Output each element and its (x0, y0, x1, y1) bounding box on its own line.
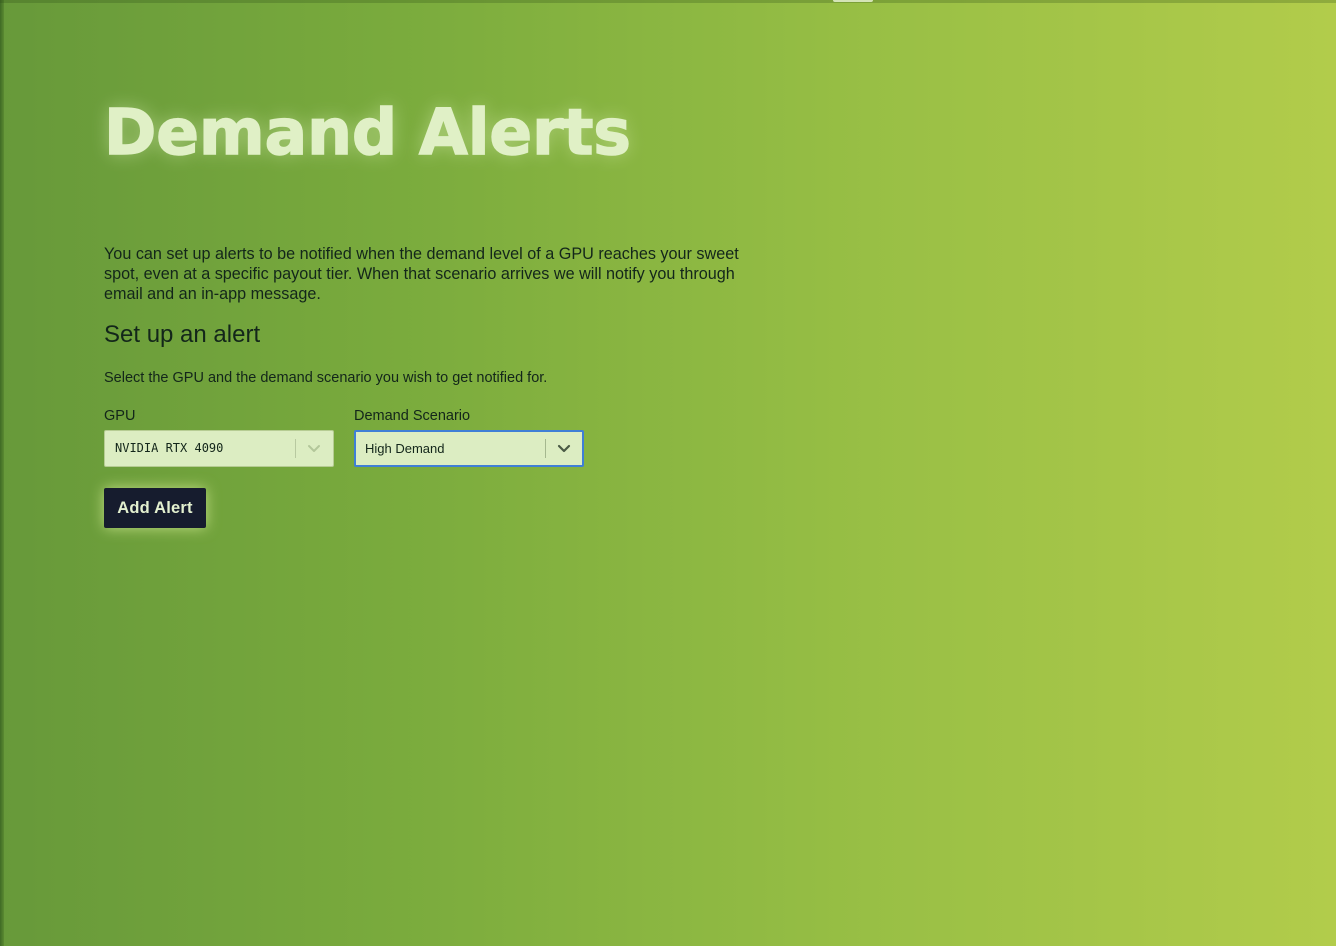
top-notch (833, 0, 873, 2)
scenario-field: Demand Scenario High Demand (354, 407, 584, 467)
scenario-select-divider (545, 439, 546, 458)
page-title: Demand Alerts (103, 95, 631, 170)
window-left-edge (0, 0, 4, 946)
scenario-select-value: High Demand (365, 441, 445, 456)
section-hint: Select the GPU and the demand scenario y… (104, 370, 548, 386)
gpu-label: GPU (104, 408, 136, 424)
top-shade (0, 0, 1336, 3)
scenario-select[interactable]: High Demand (354, 430, 584, 467)
chevron-down-icon[interactable] (555, 439, 573, 457)
section-title: Set up an alert (104, 321, 261, 348)
gpu-select-value: NVIDIA RTX 4090 (115, 441, 224, 455)
gpu-field: GPU NVIDIA RTX 4090 (104, 407, 334, 467)
main-content: Demand Alerts You can set up alerts to b… (103, 95, 764, 528)
scenario-label: Demand Scenario (354, 408, 471, 424)
intro-text: You can set up alerts to be notified whe… (104, 245, 739, 303)
chevron-down-icon[interactable] (305, 439, 323, 457)
add-alert-button[interactable]: Add Alert (104, 488, 206, 528)
gpu-select-divider (295, 439, 296, 458)
gpu-select[interactable]: NVIDIA RTX 4090 (104, 430, 334, 467)
